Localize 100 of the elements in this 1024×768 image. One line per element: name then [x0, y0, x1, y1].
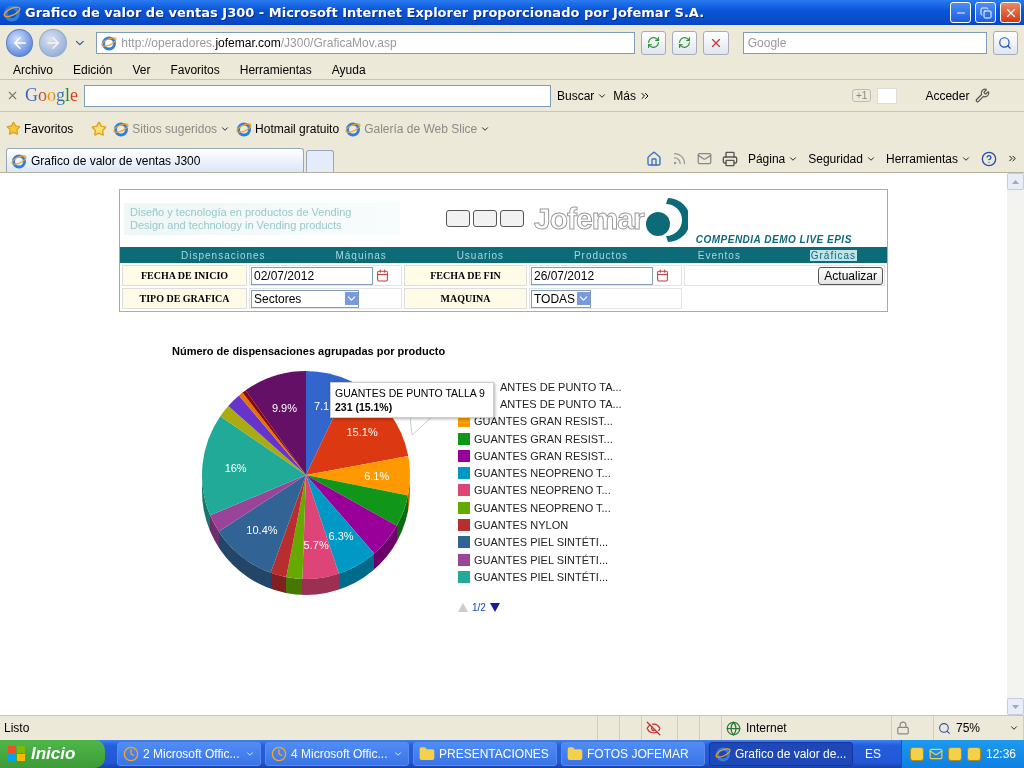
lock-icon[interactable]	[896, 721, 910, 735]
refresh-button[interactable]	[671, 30, 698, 55]
brand-name: Jofemar	[534, 201, 644, 236]
print-icon[interactable]	[721, 150, 738, 167]
close-button[interactable]	[1000, 2, 1021, 23]
favorites-link[interactable]: Hotmail gratuito	[236, 120, 340, 137]
menu-item[interactable]: Archivo	[6, 62, 60, 77]
search-menu-button[interactable]: Buscar	[557, 88, 608, 103]
address-field[interactable]: http://operadores.jofemar.com/J300/GraficaMov.asp	[96, 31, 635, 54]
menu-item[interactable]: Ver	[125, 62, 158, 77]
nav-link[interactable]: Usuarios	[455, 249, 506, 261]
feed-icon[interactable]	[671, 151, 687, 166]
slice-label: 9.9%	[271, 401, 297, 414]
pie-slice[interactable]	[245, 371, 306, 475]
pie-slice[interactable]	[220, 405, 306, 475]
mail-icon[interactable]	[696, 151, 712, 166]
taskbar-button[interactable]: FOTOS JOFEMAR	[561, 742, 705, 766]
star-icon	[6, 121, 21, 136]
command-menu[interactable]: Herramientas	[885, 151, 971, 166]
home-icon[interactable]	[645, 150, 662, 167]
more-button[interactable]: Más	[613, 88, 652, 103]
slice-label: 7.1	[313, 400, 330, 412]
tagline-banner: Diseño y tecnología en productos de Vending Design and technology in Vending products	[124, 202, 400, 235]
menu-item[interactable]: Herramientas	[232, 62, 319, 77]
page-icon	[101, 34, 118, 51]
browser-icon	[3, 3, 21, 22]
minimize-button[interactable]	[950, 2, 971, 23]
legend-label: GUANTES GRAN RESIST...	[474, 415, 613, 428]
menu-item[interactable]: Edición	[66, 62, 120, 77]
tray-icon[interactable]	[966, 747, 981, 761]
page-icon	[236, 120, 253, 137]
restore-icon	[979, 6, 992, 19]
legend-label: ANTES DE PUNTO TA...	[500, 397, 622, 410]
date-field[interactable]: 26/07/2012	[531, 266, 653, 285]
browser-icon	[715, 746, 731, 762]
calendar-icon[interactable]	[376, 269, 389, 282]
caret-icon[interactable]	[1009, 723, 1019, 733]
globe-icon	[726, 720, 741, 736]
site-subtitle: COMPENDIA DEMO LIVE EPIS	[695, 234, 852, 245]
page-indicator: 1/2	[472, 601, 486, 613]
compatibility-button[interactable]	[640, 30, 666, 55]
privacy-icon[interactable]	[646, 720, 661, 736]
search-icon	[998, 35, 1013, 50]
taskbar-button[interactable]: PRESENTACIONES	[413, 742, 557, 766]
folder-icon	[567, 746, 583, 762]
toolbar-search-field[interactable]	[84, 84, 551, 107]
chart-type-select[interactable]: Sectores	[251, 289, 359, 308]
date-field[interactable]: 02/07/2012	[251, 266, 373, 285]
restore-button[interactable]	[975, 2, 996, 23]
pie-slice[interactable]	[218, 475, 306, 573]
tray-icon[interactable]	[909, 747, 924, 761]
calendar-icon[interactable]	[656, 269, 669, 282]
help-icon[interactable]	[981, 150, 997, 167]
close-toolbar-icon[interactable]	[6, 89, 19, 102]
language-indicator[interactable]: ES	[865, 747, 881, 761]
caret-icon	[245, 749, 255, 759]
menu-item[interactable]: Favoritos	[163, 62, 227, 77]
back-button[interactable]	[6, 28, 34, 57]
nav-link[interactable]: Dispensaciones	[180, 249, 267, 261]
browser-tab[interactable]: Grafico de valor de ventas J300	[6, 148, 304, 172]
zoom-level[interactable]: 75%	[956, 721, 981, 735]
menu-item[interactable]: Ayuda	[324, 62, 373, 77]
google-logo: Google	[25, 85, 78, 106]
nav-link[interactable]: Eventos	[696, 249, 742, 261]
windows-logo-icon	[8, 746, 26, 762]
stop-button[interactable]	[703, 30, 729, 55]
field-label: FECHA DE INICIO	[122, 265, 247, 286]
nav-link[interactable]: Máquinas	[334, 249, 388, 261]
favorites-button[interactable]: Favoritos	[6, 121, 74, 136]
taskbar-button[interactable]: 2 Microsoft Offic...	[117, 742, 261, 766]
nav-link[interactable]: Gráficas	[809, 249, 857, 261]
page-icon	[345, 120, 362, 137]
logo-icon	[643, 195, 688, 242]
overflow-icon[interactable]	[1007, 153, 1018, 164]
tray-icon[interactable]	[947, 747, 962, 761]
legend-label: GUANTES NEOPRENO T...	[474, 467, 611, 480]
legend-label: GUANTES NYLON	[474, 519, 569, 531]
nav-link[interactable]: Productos	[572, 249, 629, 261]
slice-label: 15.1%	[346, 425, 378, 438]
taskbar-button[interactable]: Grafico de valor de...	[709, 742, 853, 766]
zone-text: Internet	[746, 721, 787, 735]
wrench-icon[interactable]	[975, 88, 991, 103]
slice-label: 16%	[224, 461, 247, 474]
status-text: Listo	[4, 721, 30, 735]
command-menu[interactable]: Página	[747, 151, 799, 166]
refresh-icon	[646, 36, 660, 49]
sign-in-button[interactable]: Acceder	[925, 88, 970, 103]
page-icon	[113, 120, 130, 137]
command-menu[interactable]: Seguridad	[808, 151, 876, 166]
refresh-icon	[678, 36, 692, 49]
chart-title: Número de dispensaciones agrupadas por producto	[172, 345, 447, 357]
update-button[interactable]: Actualizar	[818, 266, 883, 285]
up-arrow-icon	[1012, 179, 1019, 184]
zoom-icon[interactable]	[938, 721, 951, 735]
machine-select[interactable]: TODAS	[531, 289, 591, 308]
field-label: TIPO DE GRAFICA	[122, 288, 247, 309]
search-button[interactable]	[992, 30, 1018, 55]
pie-slice[interactable]	[202, 416, 306, 516]
next-page-icon[interactable]	[489, 602, 500, 612]
taskbar-button[interactable]: 4 Microsoft Offic...	[265, 742, 409, 766]
